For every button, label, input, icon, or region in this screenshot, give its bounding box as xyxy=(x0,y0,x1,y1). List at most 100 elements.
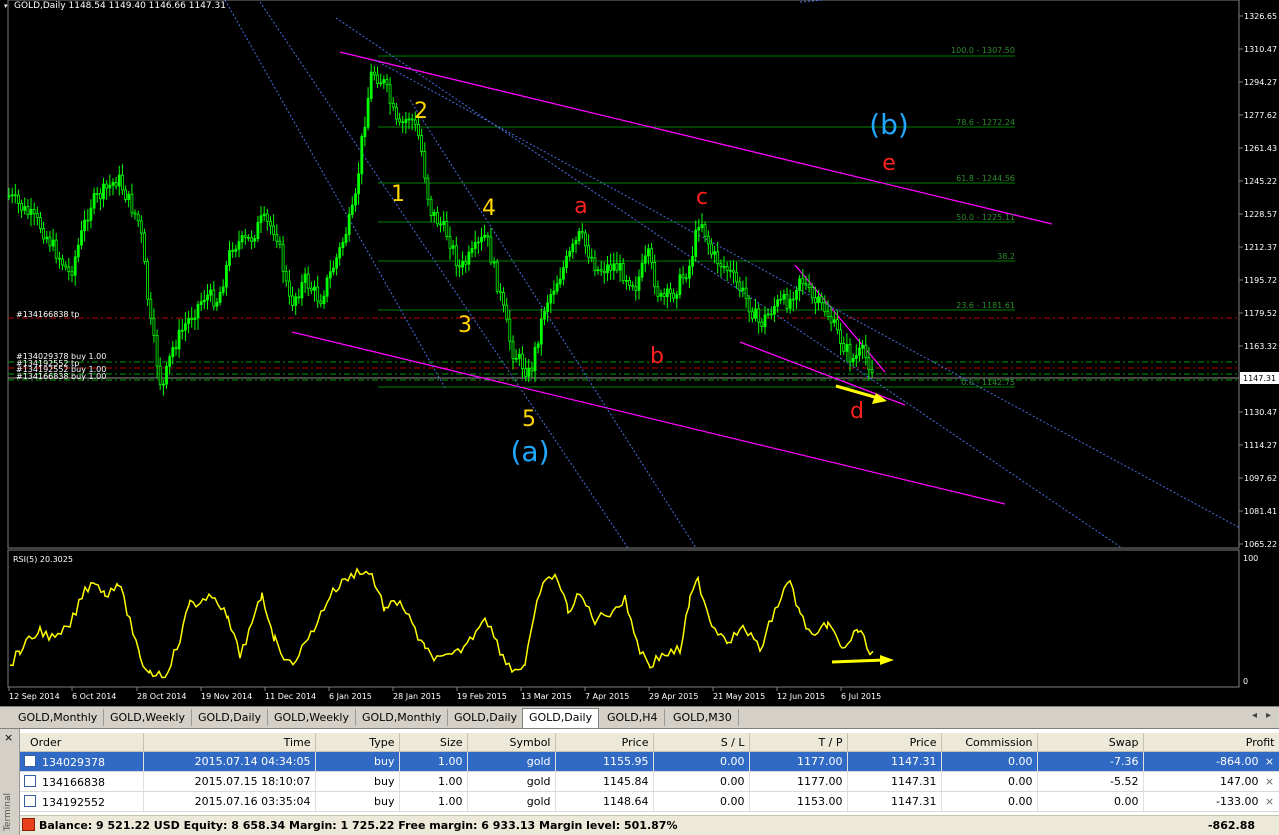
column-header[interactable]: Order xyxy=(20,733,144,752)
candle-body xyxy=(284,270,288,282)
cell-value: 1177.00 xyxy=(797,775,843,788)
candle-body xyxy=(410,118,414,121)
table-cell: 1153.00 xyxy=(749,791,848,812)
wave-label-d: d xyxy=(850,399,864,424)
candle-body xyxy=(224,264,228,288)
column-header[interactable]: T / P xyxy=(749,733,848,752)
current-price-label: 1147.31 xyxy=(1243,374,1276,383)
table-row[interactable]: 134029378 2015.07.14 04:34:05 buy 1.00 gold 1… xyxy=(20,751,1279,772)
close-order-icon[interactable]: × xyxy=(1265,795,1275,808)
close-order-icon[interactable]: × xyxy=(1265,755,1275,768)
candle-body xyxy=(820,296,824,304)
date-axis: 12 Sep 2014 6 Oct 2014 28 Oct 2014 19 Nov 2… xyxy=(8,687,881,701)
table-row[interactable]: 134192552 2015.07.16 03:35:04 buy 1.00 gold 1… xyxy=(20,791,1279,812)
candle-body xyxy=(212,289,216,307)
price-chart[interactable]: GOLD,Daily 1148.54 1149.40 1146.66 1147.… xyxy=(0,0,1279,706)
column-header[interactable]: Time xyxy=(143,733,316,752)
rsi-panel-frame xyxy=(7,549,1240,688)
table-cell: 2015.07.16 03:35:04 xyxy=(143,791,316,812)
close-order-icon[interactable]: × xyxy=(1265,775,1275,788)
candle-body xyxy=(536,343,540,348)
candle-body xyxy=(521,353,524,370)
candle-body xyxy=(29,208,33,215)
tab-gold-daily-active[interactable]: GOLD,Daily xyxy=(522,708,600,728)
table-cell: buy xyxy=(315,771,400,792)
candle-body xyxy=(769,313,773,316)
table-cell: -5.52 xyxy=(1037,771,1144,792)
candle-body xyxy=(407,118,411,121)
table-cell: gold xyxy=(467,791,556,812)
candle-body xyxy=(584,232,587,247)
tab-gold-h4[interactable]: GOLD,H4 xyxy=(601,709,665,726)
column-header[interactable]: Symbol xyxy=(467,733,556,752)
arrow-icon xyxy=(831,655,894,665)
price-tick-label: 1195.72 xyxy=(1244,276,1277,285)
candle-body xyxy=(817,296,820,303)
candle-body xyxy=(16,194,20,204)
tab-gold-daily[interactable]: GOLD,Daily xyxy=(448,709,525,726)
chart-menu-icon[interactable]: ▾ xyxy=(4,2,8,10)
column-header[interactable]: Price xyxy=(555,733,654,752)
tab-scroll-right-icon[interactable]: ▸ xyxy=(1266,710,1271,721)
candle-body xyxy=(483,234,487,238)
column-header[interactable]: Swap xyxy=(1037,733,1144,752)
candle-body xyxy=(89,207,93,221)
cell-value: buy xyxy=(374,755,395,768)
date-tick-label: 28 Oct 2014 xyxy=(137,692,186,701)
candle-body xyxy=(514,357,518,360)
column-header[interactable]: Size xyxy=(399,733,468,752)
rsi-line xyxy=(9,567,874,679)
date-tick-label: 12 Jun 2015 xyxy=(777,692,825,701)
candle-body xyxy=(732,269,735,273)
date-tick-label: 12 Sep 2014 xyxy=(9,692,60,701)
balance-bar: Balance: 9 521.22 USD Equity: 8 658.34 M… xyxy=(20,815,1279,835)
cell-value: 134192552 xyxy=(42,795,105,809)
wave-label-5: 5 xyxy=(522,407,536,432)
candle-body xyxy=(574,239,578,245)
candle-body xyxy=(691,256,694,267)
table-cell: 0.00 xyxy=(941,751,1038,772)
candle-body xyxy=(291,295,294,306)
candle-body xyxy=(218,291,222,303)
tab-gold-m30[interactable]: GOLD,M30 xyxy=(667,709,739,726)
candle-body xyxy=(366,98,370,128)
candle-body xyxy=(801,278,805,285)
candle-body xyxy=(35,213,39,218)
tab-gold-daily[interactable]: GOLD,Daily xyxy=(192,709,269,726)
tab-gold-weekly[interactable]: GOLD,Weekly xyxy=(268,709,356,726)
candle-body xyxy=(779,298,783,301)
column-header[interactable]: Price xyxy=(847,733,942,752)
column-header[interactable]: S / L xyxy=(653,733,750,752)
cell-value: 1.00 xyxy=(438,775,463,788)
tab-scroll-left-icon[interactable]: ◂ xyxy=(1252,710,1257,721)
chart-canvas[interactable]: GOLD,Daily 1148.54 1149.40 1146.66 1147.… xyxy=(0,0,1279,706)
column-header[interactable]: Profit xyxy=(1143,733,1279,752)
candle-body xyxy=(350,204,354,215)
column-header[interactable]: Type xyxy=(315,733,400,752)
tab-gold-weekly[interactable]: GOLD,Weekly xyxy=(104,709,192,726)
candle-body xyxy=(606,264,609,274)
trend-line xyxy=(224,0,446,389)
candle-body xyxy=(187,317,191,325)
candle-body xyxy=(10,194,14,197)
tab-gold-monthly[interactable]: GOLD,Monthly xyxy=(356,709,449,726)
candle-body xyxy=(215,301,219,307)
candle-body xyxy=(246,236,250,239)
candle-body xyxy=(864,344,868,358)
table-row[interactable]: 134166838 2015.07.15 18:10:07 buy 1.00 gold 1… xyxy=(20,771,1279,792)
candle-body xyxy=(127,193,131,200)
candle-body xyxy=(725,265,729,271)
trend-line xyxy=(335,17,1123,549)
column-header[interactable]: Commission xyxy=(941,733,1038,752)
close-icon[interactable]: × xyxy=(4,731,13,744)
candle-body xyxy=(562,267,565,280)
candle-body xyxy=(505,304,509,320)
candle-body xyxy=(193,317,197,321)
candle-body xyxy=(442,220,446,226)
candle-body xyxy=(457,265,461,268)
candle-body xyxy=(121,174,124,191)
candle-body xyxy=(788,298,792,309)
tab-gold-monthly[interactable]: GOLD,Monthly xyxy=(12,709,105,726)
fib-label: 50.0 - 1225.11 xyxy=(956,213,1015,222)
candle-body xyxy=(716,251,720,265)
